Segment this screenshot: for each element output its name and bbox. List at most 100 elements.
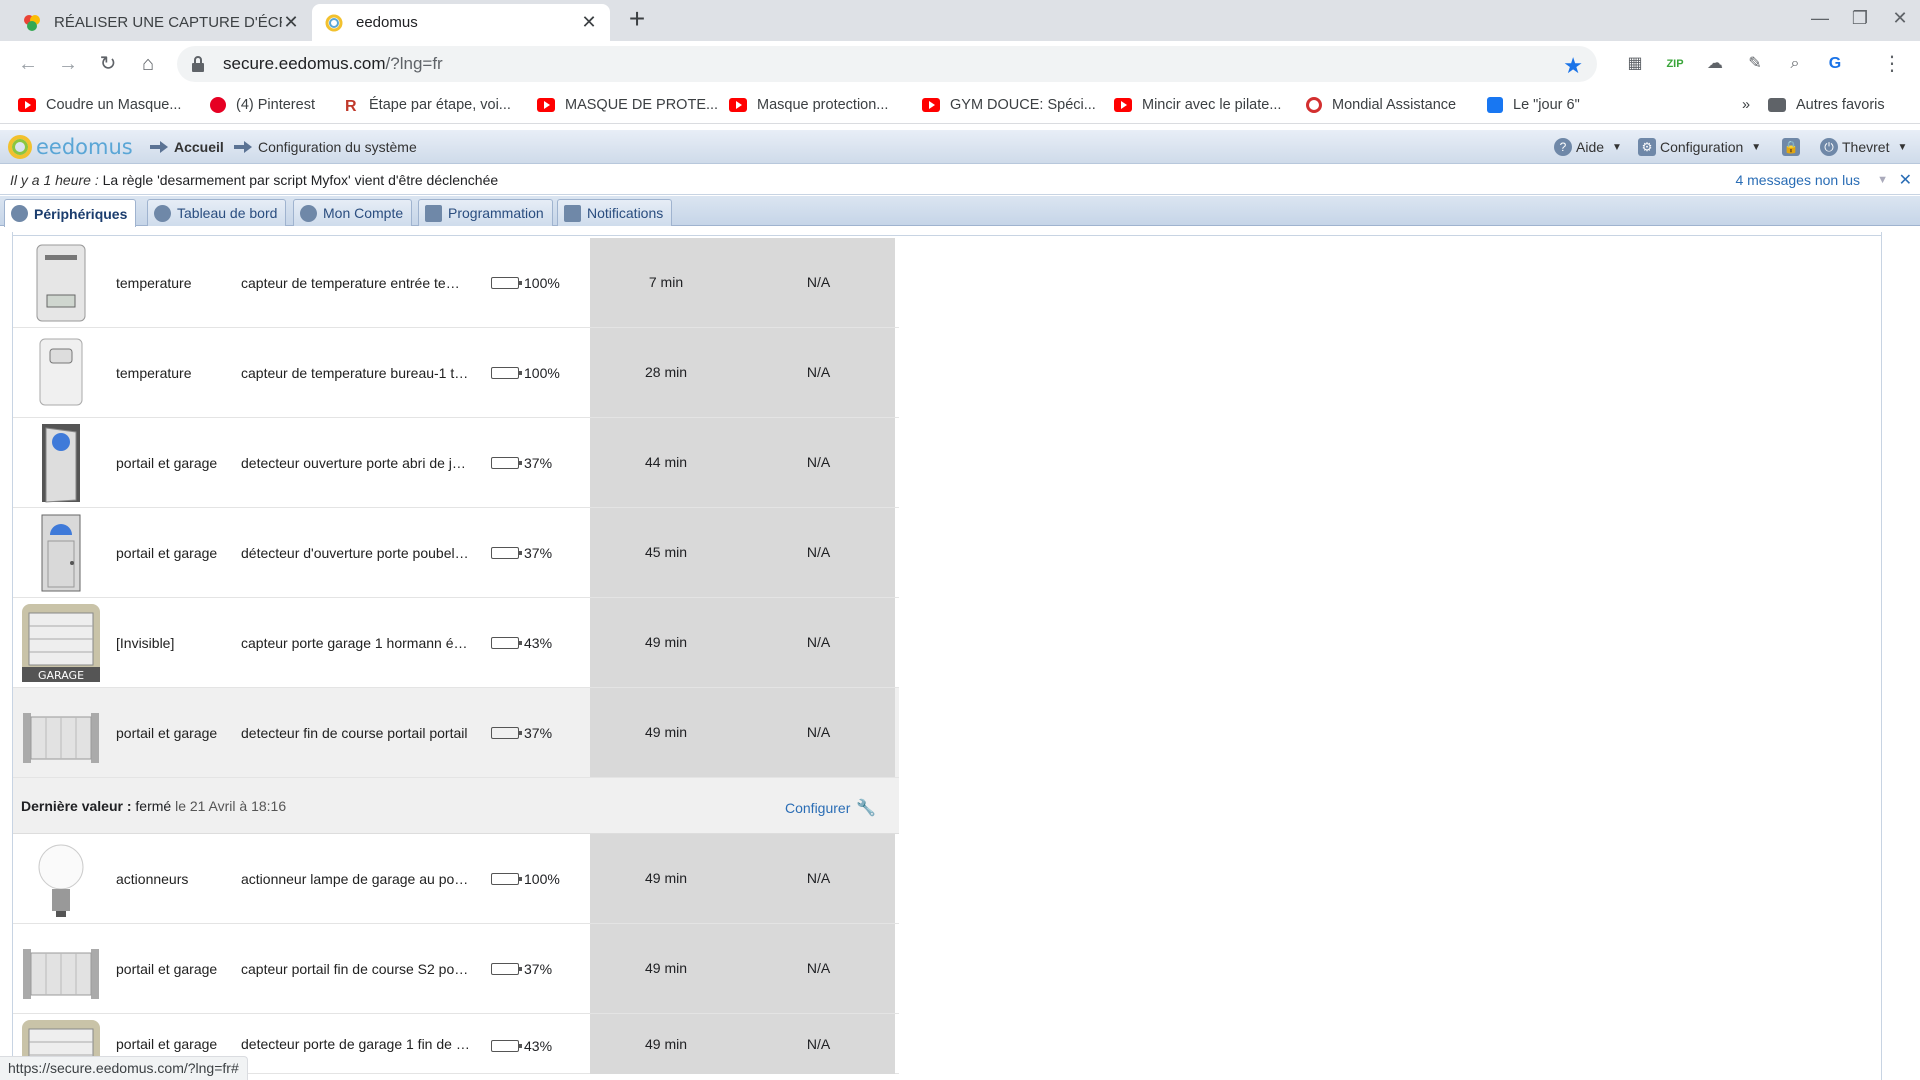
last-update-time: 49 min xyxy=(590,924,742,1013)
bookmark-item[interactable]: Mondial Assistance xyxy=(1306,93,1456,117)
battery-indicator: 100% xyxy=(491,365,560,381)
youtube-icon xyxy=(537,98,555,112)
cloud-icon[interactable]: ☁ xyxy=(1703,52,1727,76)
bookmark-item[interactable]: Le "jour 6" xyxy=(1487,93,1580,117)
other-bookmarks[interactable]: Autres favoris xyxy=(1768,93,1885,117)
back-arrow-icon[interactable]: ← xyxy=(14,50,42,78)
device-detail-panel: Dernière valeur : fermé le 21 Avril à 18… xyxy=(13,778,899,834)
bookmark-item[interactable]: Mincir avec le pilate... xyxy=(1114,93,1281,117)
device-category: portail et garage xyxy=(116,455,218,471)
devices-icon xyxy=(11,205,28,222)
extension-tray-icon[interactable]: ▦ xyxy=(1623,52,1647,76)
reload-icon[interactable]: ↻ xyxy=(94,50,122,78)
thermostat-icon xyxy=(21,242,101,324)
device-value: N/A xyxy=(742,1014,895,1074)
mondial-icon xyxy=(1306,97,1322,113)
last-update-time: 45 min xyxy=(590,508,742,597)
battery-indicator: 37% xyxy=(491,455,552,471)
configure-link[interactable]: Configurer 🔧 xyxy=(785,798,876,818)
eedomus-logo[interactable]: eedomus xyxy=(8,135,133,159)
table-row[interactable]: GARAGE [Invisible] capteur porte garage 1 … xyxy=(13,598,899,688)
device-description: détecteur d'ouverture porte poubelles xyxy=(241,545,471,561)
bookmark-item[interactable]: Masque protection... xyxy=(729,93,888,117)
youtube-icon xyxy=(1114,98,1132,112)
table-row[interactable]: temperature capteur de temperature entrée… xyxy=(13,238,899,328)
gear-icon: ⚙ xyxy=(1638,138,1656,156)
arrow-right-icon xyxy=(234,141,252,153)
user-icon xyxy=(300,204,317,222)
table-row[interactable]: actionneurs actionneur lampe de garage au… xyxy=(13,834,899,924)
address-bar[interactable]: secure.eedomus.com/?lng=fr ★ xyxy=(177,46,1597,82)
translate-icon[interactable]: G xyxy=(1823,52,1847,76)
tab-notifications[interactable]: Notifications xyxy=(557,199,673,226)
url-host: secure.eedomus.com xyxy=(223,54,386,73)
bookmark-item[interactable]: GYM DOUCE: Spéci... xyxy=(922,93,1096,117)
home-icon[interactable]: ⌂ xyxy=(134,50,162,78)
battery-percent: 43% xyxy=(524,1038,553,1054)
window-close-icon[interactable]: ✕ xyxy=(1885,8,1915,34)
youtube-icon xyxy=(729,98,747,112)
nav-system-config[interactable]: Configuration du système xyxy=(234,139,417,155)
last-update-time: 44 min xyxy=(590,418,742,507)
last-update-time: 49 min xyxy=(590,688,742,777)
bookmark-item[interactable]: R Étape par étape, voi... xyxy=(345,93,511,117)
bookmark-item[interactable]: (4) Pinterest xyxy=(210,93,315,117)
devices-table: temperature capteur de temperature entrée… xyxy=(13,238,899,1080)
tab-peripheriques[interactable]: Périphériques xyxy=(4,199,137,227)
device-description: capteur portail fin de course S2 portail xyxy=(241,961,471,977)
bookmark-item[interactable]: Coudre un Masque... xyxy=(18,93,181,117)
search-extension-icon[interactable]: ⌕ xyxy=(1783,52,1807,76)
dropdown-icon[interactable]: ▼ xyxy=(1877,174,1888,186)
battery-percent: 37% xyxy=(524,725,553,741)
new-tab-plus-icon[interactable]: + xyxy=(622,4,652,34)
browser-tab-capture[interactable]: RÉALISER UNE CAPTURE D'ÉCRA ✕ xyxy=(10,4,312,41)
bookmark-item[interactable]: MASQUE DE PROTE... xyxy=(537,93,718,117)
browser-toolbar: ← → ↻ ⌂ secure.eedomus.com/?lng=fr ★ ▦ Z… xyxy=(0,41,1920,87)
status-bar-url: https://secure.eedomus.com/?lng=fr# xyxy=(0,1056,248,1080)
battery-percent: 100% xyxy=(524,871,560,887)
device-category: portail et garage xyxy=(116,545,218,561)
close-notification-icon[interactable]: ✕ xyxy=(1899,170,1912,190)
app-header: eedomus Accueil Configuration du système… xyxy=(0,130,1920,164)
forward-arrow-icon[interactable]: → xyxy=(54,50,82,78)
minimize-icon[interactable]: — xyxy=(1805,8,1835,34)
bookmark-star-icon[interactable]: ★ xyxy=(1563,53,1583,79)
device-category: [Invisible] xyxy=(116,635,175,651)
battery-indicator: 43% xyxy=(491,635,552,651)
close-icon[interactable]: ✕ xyxy=(580,12,598,33)
help-menu[interactable]: ? Aide ▼ xyxy=(1554,138,1622,156)
battery-percent: 37% xyxy=(524,455,553,471)
gate-icon xyxy=(21,928,101,1010)
pinterest-icon xyxy=(210,97,226,113)
last-value: Dernière valeur : fermé le 21 Avril à 18… xyxy=(21,798,287,814)
browser-tab-eedomus[interactable]: eedomus ✕ xyxy=(312,4,610,41)
unread-messages-link[interactable]: 4 messages non lus xyxy=(1735,172,1860,188)
device-category: portail et garage xyxy=(116,725,218,741)
table-row[interactable]: portail et garage capteur portail fin de … xyxy=(13,924,899,1014)
battery-indicator: 43% xyxy=(491,1038,552,1054)
padlock-icon: 🔒 xyxy=(1782,138,1800,156)
config-menu[interactable]: ⚙ Configuration ▼ xyxy=(1638,138,1761,156)
device-value: N/A xyxy=(742,834,895,923)
tab-tableau-de-bord[interactable]: Tableau de bord xyxy=(147,199,287,226)
caret-down-icon: ▼ xyxy=(1612,141,1622,153)
battery-indicator: 37% xyxy=(491,545,552,561)
tab-mon-compte[interactable]: Mon Compte xyxy=(293,199,413,226)
pen-icon[interactable]: ✎ xyxy=(1743,52,1767,76)
table-row[interactable]: portail et garage detecteur ouverture por… xyxy=(13,418,899,508)
menu-dots-icon[interactable]: ⋮ xyxy=(1880,52,1904,76)
nav-home[interactable]: Accueil xyxy=(150,139,224,155)
table-row[interactable]: temperature capteur de temperature bureau… xyxy=(13,328,899,418)
device-description: detecteur ouverture porte abri de jardin xyxy=(241,455,471,471)
tab-programmation[interactable]: Programmation xyxy=(418,199,553,226)
close-icon[interactable]: ✕ xyxy=(282,12,300,33)
user-menu[interactable]: ⏻ Thevret ▼ xyxy=(1820,138,1907,156)
table-row[interactable]: portail et garage detecteur fin de course… xyxy=(13,688,899,778)
lock-button[interactable]: 🔒 xyxy=(1782,138,1804,156)
youtube-icon xyxy=(18,98,36,112)
table-row[interactable]: portail et garage détecteur d'ouverture p… xyxy=(13,508,899,598)
bookmarks-overflow-chevron-icon[interactable]: » xyxy=(1742,93,1750,117)
restore-icon[interactable]: ❐ xyxy=(1845,8,1875,34)
zip-extension-icon[interactable]: ZIP xyxy=(1663,52,1687,76)
tab-title: RÉALISER UNE CAPTURE D'ÉCRA xyxy=(54,14,282,31)
